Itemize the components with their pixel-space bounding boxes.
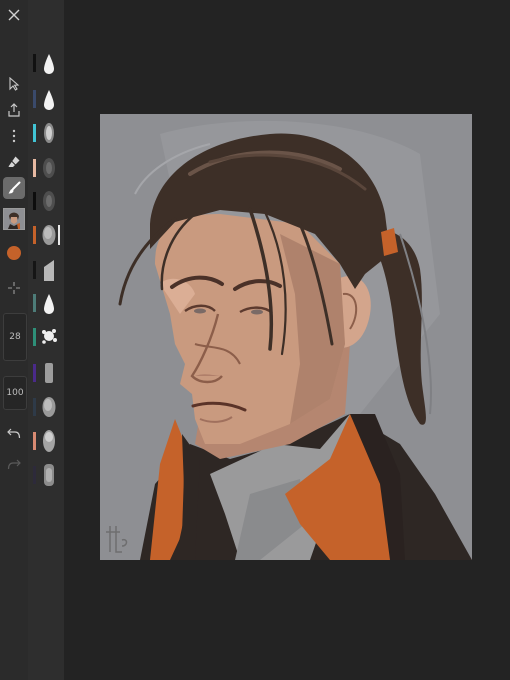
opacity-value: 100	[6, 388, 24, 398]
brush-item[interactable]	[28, 290, 64, 316]
brush-preview-icon	[40, 290, 58, 316]
brush-preview-icon	[40, 257, 58, 283]
opacity-slider[interactable]: 100	[3, 376, 27, 410]
brush-color-strip	[33, 364, 36, 382]
brush-preview-icon	[40, 324, 58, 350]
undo-button[interactable]	[3, 422, 25, 444]
brush-item[interactable]	[28, 86, 64, 112]
brush-preview-icon	[40, 428, 58, 454]
brush-item[interactable]	[28, 394, 64, 420]
brush-preview-icon	[40, 394, 58, 420]
brush-icon	[7, 181, 21, 195]
drawing-canvas[interactable]	[100, 114, 472, 560]
brush-item[interactable]	[28, 257, 64, 283]
brush-preview-icon	[40, 86, 58, 112]
brush-color-strip	[33, 124, 36, 142]
share-button[interactable]	[3, 99, 25, 121]
brush-color-strip	[33, 398, 36, 416]
brush-item[interactable]	[28, 155, 64, 181]
brush-color-strip	[33, 294, 36, 312]
brush-size-value: 28	[9, 332, 21, 342]
brush-size-slider[interactable]: 28	[3, 313, 27, 361]
crosshair-icon	[7, 281, 21, 295]
brush-preview-icon	[40, 155, 58, 181]
brush-color-strip	[33, 192, 36, 210]
share-icon	[7, 103, 21, 117]
layer-thumbnail-icon	[4, 209, 24, 229]
select-tool-button[interactable]	[3, 73, 25, 95]
color-swatch-icon	[6, 245, 22, 261]
brush-color-strip	[33, 226, 36, 244]
brush-color-strip	[33, 54, 36, 72]
brush-item[interactable]	[28, 188, 64, 214]
redo-icon	[7, 458, 21, 470]
undo-icon	[7, 427, 21, 439]
redo-button[interactable]	[3, 453, 25, 475]
brush-item[interactable]	[28, 360, 64, 386]
brush-item[interactable]	[28, 462, 64, 488]
brush-item[interactable]	[28, 50, 64, 76]
eraser-tool-button[interactable]	[3, 151, 25, 173]
brush-item[interactable]	[28, 428, 64, 454]
color-picker-button[interactable]	[3, 242, 25, 264]
selected-brush-indicator	[58, 225, 60, 245]
more-icon	[12, 129, 16, 143]
brush-item[interactable]	[28, 324, 64, 350]
layers-button[interactable]	[3, 208, 25, 230]
brush-tool-button[interactable]	[3, 177, 25, 199]
transform-tool-button[interactable]	[3, 277, 25, 299]
tool-sidebar: 28 100	[0, 0, 28, 680]
brush-preview-icon	[40, 360, 58, 386]
close-button[interactable]	[3, 4, 25, 26]
brush-item[interactable]	[28, 222, 64, 248]
brush-color-strip	[33, 466, 36, 484]
brush-preview-icon	[40, 462, 58, 488]
brush-library-panel	[28, 0, 64, 680]
brush-color-strip	[33, 90, 36, 108]
close-icon	[7, 8, 21, 22]
brush-color-strip	[33, 159, 36, 177]
brush-preview-icon	[40, 188, 58, 214]
eraser-icon	[7, 155, 21, 169]
brush-item[interactable]	[28, 120, 64, 146]
brush-color-strip	[33, 432, 36, 450]
brush-preview-icon	[40, 222, 58, 248]
more-button[interactable]	[3, 125, 25, 147]
brush-preview-icon	[40, 120, 58, 146]
brush-preview-icon	[40, 50, 58, 76]
brush-color-strip	[33, 261, 36, 279]
portrait-artwork	[100, 114, 472, 560]
cursor-icon	[8, 77, 20, 91]
canvas-workspace[interactable]	[64, 0, 510, 680]
brush-color-strip	[33, 328, 36, 346]
